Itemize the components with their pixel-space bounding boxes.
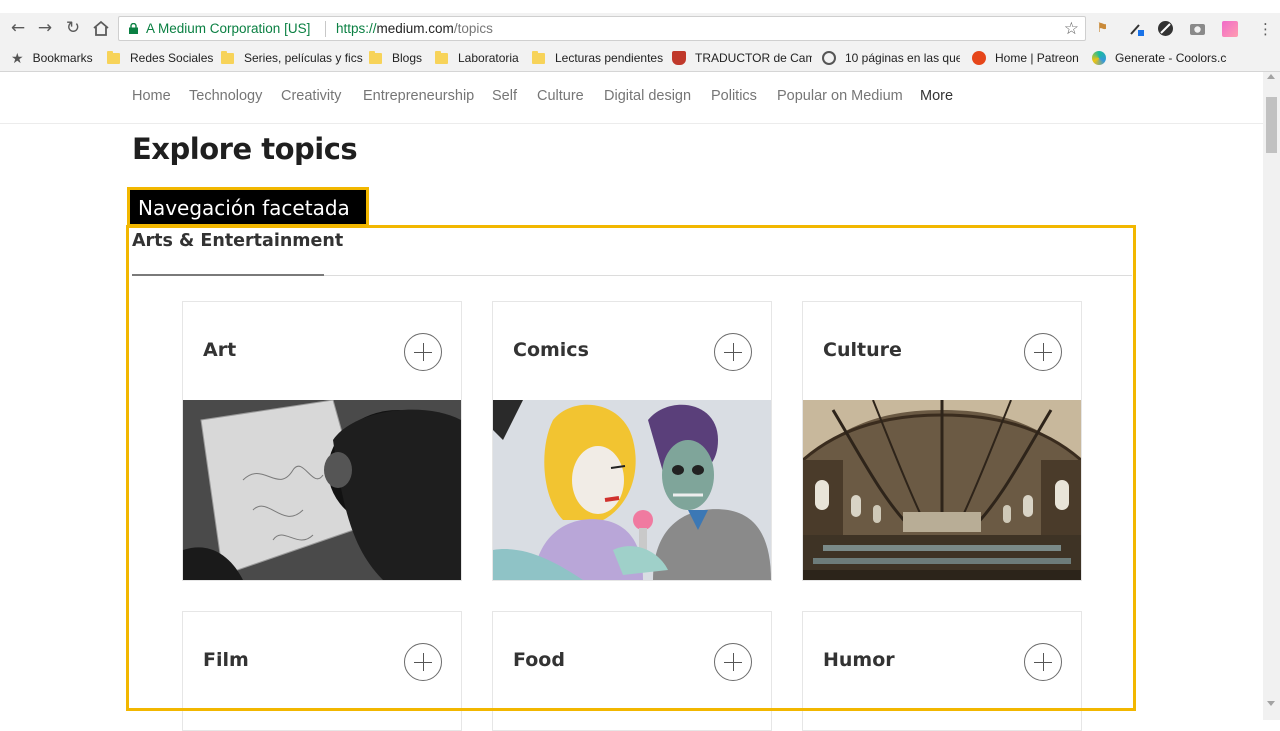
- folder-icon: [369, 50, 382, 64]
- follow-plus-button[interactable]: [404, 643, 442, 681]
- site-icon: [822, 51, 836, 65]
- url-scheme: https://: [336, 21, 377, 36]
- bookmark-label: Lecturas pendientes: [555, 51, 664, 65]
- bookmark-star-icon[interactable]: ☆: [1064, 19, 1079, 39]
- topic-name[interactable]: Comics: [513, 339, 589, 361]
- topic-name[interactable]: Culture: [823, 339, 902, 361]
- follow-plus-button[interactable]: [1024, 333, 1062, 371]
- patreon-icon: [972, 51, 986, 65]
- bookmark-label: TRADUCTOR de Cam: [695, 51, 812, 65]
- bookmark-label: Generate - Coolors.cc: [1115, 51, 1227, 65]
- extension-flag-icon[interactable]: ⚑: [1094, 20, 1111, 37]
- bookmark-item[interactable]: Generate - Coolors.cc: [1092, 50, 1227, 66]
- bookmark-label: Laboratoria: [458, 51, 519, 65]
- omnibox-divider: [325, 21, 326, 37]
- bookmark-item[interactable]: 10 páginas en las que: [822, 50, 960, 66]
- bookmark-folder[interactable]: Redes Sociales: [107, 50, 213, 66]
- topic-card-humor[interactable]: Humor: [802, 611, 1082, 731]
- secure-site-label: A Medium Corporation [US]: [146, 21, 311, 36]
- bookmark-label: Redes Sociales: [130, 51, 214, 65]
- reload-icon[interactable]: ↻: [62, 17, 84, 39]
- active-tab-indicator: [132, 274, 324, 276]
- topic-card-comics[interactable]: Comics: [492, 301, 772, 581]
- lock-icon: [129, 23, 138, 34]
- nav-link-more[interactable]: More: [920, 88, 953, 104]
- topic-card-film[interactable]: Film: [182, 611, 462, 731]
- window-top-strip: [0, 0, 1280, 13]
- topic-image-culture[interactable]: [803, 400, 1081, 580]
- nav-link-digital-design[interactable]: Digital design: [604, 88, 691, 104]
- url-text[interactable]: https://medium.com/topics: [336, 21, 493, 36]
- topic-card-culture[interactable]: Culture: [802, 301, 1082, 581]
- address-bar[interactable]: A Medium Corporation [US] https://medium…: [118, 16, 1086, 41]
- topic-name[interactable]: Humor: [823, 649, 895, 671]
- topic-card-food[interactable]: Food: [492, 611, 772, 731]
- bookmark-label: Home | Patreon: [995, 51, 1079, 65]
- nav-link-entrepreneurship[interactable]: Entrepreneurship: [363, 88, 474, 104]
- scroll-down-arrow-icon[interactable]: [1267, 701, 1275, 706]
- folder-icon: [435, 50, 448, 64]
- page-title: Explore topics: [132, 132, 358, 166]
- nav-link-technology[interactable]: Technology: [189, 88, 262, 104]
- scroll-thumb[interactable]: [1266, 97, 1277, 153]
- bookmark-item[interactable]: TRADUCTOR de Cam: [672, 50, 812, 66]
- follow-plus-button[interactable]: [1024, 643, 1062, 681]
- nav-link-politics[interactable]: Politics: [711, 88, 757, 104]
- bookmarks-bar: ★ Bookmarks Redes Sociales Series, pelíc…: [0, 44, 1280, 72]
- bookmark-folder[interactable]: Series, películas y fics: [221, 50, 363, 66]
- browser-toolbar: ← → ↻ A Medium Corporation [US] https://…: [0, 13, 1280, 44]
- topic-image-art[interactable]: [183, 400, 461, 580]
- browser-menu-icon[interactable]: ⋮: [1257, 20, 1274, 38]
- star-icon: ★: [11, 49, 24, 66]
- annotation-label: Navegación facetada: [127, 187, 369, 227]
- bookmark-folder[interactable]: Lecturas pendientes: [532, 50, 663, 66]
- nav-link-self[interactable]: Self: [492, 88, 517, 104]
- url-host: medium.com: [376, 21, 454, 36]
- bookmark-label: Bookmarks: [32, 51, 93, 65]
- shield-icon: [672, 51, 686, 65]
- follow-plus-button[interactable]: [714, 643, 752, 681]
- topic-name[interactable]: Food: [513, 649, 565, 671]
- extension-coolors-icon[interactable]: [1221, 20, 1238, 37]
- extension-blocker-icon[interactable]: [1157, 20, 1174, 37]
- page-scrollbar[interactable]: [1263, 72, 1280, 720]
- nav-link-culture[interactable]: Culture: [537, 88, 584, 104]
- home-icon[interactable]: [90, 17, 112, 39]
- nav-link-popular[interactable]: Popular on Medium: [777, 88, 903, 104]
- back-arrow-icon[interactable]: ←: [7, 17, 29, 39]
- bookmark-folder[interactable]: Laboratoria: [435, 50, 519, 66]
- bookmark-folder[interactable]: Blogs: [369, 50, 422, 66]
- url-path: /topics: [453, 21, 493, 36]
- bookmark-label: 10 páginas en las que: [845, 51, 960, 65]
- nav-link-home[interactable]: Home: [132, 88, 171, 104]
- topic-name[interactable]: Art: [203, 339, 236, 361]
- topic-name[interactable]: Film: [203, 649, 249, 671]
- topic-image-comics[interactable]: [493, 400, 771, 580]
- bookmark-item[interactable]: Home | Patreon: [972, 50, 1079, 66]
- bookmark-label: Blogs: [392, 51, 423, 65]
- forward-arrow-icon[interactable]: →: [34, 17, 56, 39]
- extension-eyedropper-icon[interactable]: [1128, 20, 1145, 37]
- folder-icon: [532, 50, 545, 64]
- folder-icon: [107, 50, 120, 64]
- bookmark-item[interactable]: ★ Bookmarks: [11, 50, 93, 66]
- extension-camera-icon[interactable]: [1189, 20, 1206, 37]
- follow-plus-button[interactable]: [714, 333, 752, 371]
- coolors-icon: [1092, 51, 1106, 65]
- folder-icon: [221, 50, 234, 64]
- topics-nav: Home Technology Creativity Entrepreneurs…: [0, 72, 1263, 124]
- topic-card-art[interactable]: Art: [182, 301, 462, 581]
- scroll-up-arrow-icon[interactable]: [1267, 74, 1275, 79]
- tab-arts-entertainment[interactable]: Arts & Entertainment: [132, 231, 343, 251]
- nav-link-creativity[interactable]: Creativity: [281, 88, 341, 104]
- follow-plus-button[interactable]: [404, 333, 442, 371]
- bookmark-label: Series, películas y fics: [244, 51, 363, 65]
